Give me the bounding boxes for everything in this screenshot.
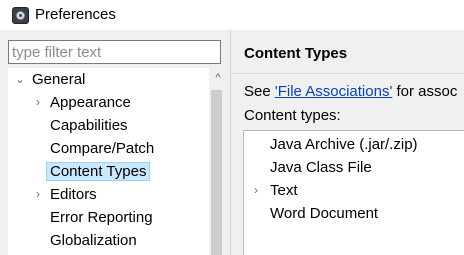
content-type-label: Java Archive (.jar/.zip) [270, 136, 418, 153]
tree-item-label: Globalization [50, 232, 137, 249]
preferences-tree: ⌄ General › Appearance Capabilities Comp… [8, 68, 222, 255]
file-associations-note: See 'File Associations' for assoc [244, 83, 457, 100]
collapsed-chevron-icon[interactable]: › [32, 183, 44, 206]
collapsed-chevron-icon[interactable]: › [254, 179, 258, 202]
content-types-tree: Java Archive (.jar/.zip) Java Class File… [243, 130, 464, 255]
content-type-item[interactable]: Text [270, 179, 298, 202]
tree-item-label: Content Types [46, 162, 151, 181]
tree-item-content-types[interactable]: Content Types [46, 160, 151, 183]
content-type-item[interactable]: Java Archive (.jar/.zip) [270, 133, 418, 156]
content-type-label: Java Class File [270, 159, 372, 176]
content-type-item[interactable]: Word Document [270, 202, 378, 225]
tree-item-label: Editors [50, 186, 97, 203]
tree-item-label: Error Reporting [50, 209, 153, 226]
tree-item-error-reporting[interactable]: Error Reporting [50, 206, 153, 229]
window-title: Preferences [35, 6, 116, 23]
content-type-label: Word Document [270, 205, 379, 222]
content-type-label: Text [270, 182, 298, 199]
tree-item-label: Appearance [50, 94, 131, 111]
tree-scrollbar[interactable]: ^ [209, 68, 222, 255]
header-separator [231, 73, 464, 74]
filter-input[interactable] [8, 40, 221, 64]
dialog-body: ⌄ General › Appearance Capabilities Comp… [0, 30, 464, 255]
collapsed-chevron-icon[interactable]: › [32, 91, 44, 114]
tree-item-label: Capabilities [50, 117, 128, 134]
tree-item-compare-patch[interactable]: Compare/Patch [50, 137, 154, 160]
page-title: Content Types [244, 45, 348, 62]
content-type-item[interactable]: Java Class File [270, 156, 372, 179]
preference-page: Content Types See 'File Associations' fo… [231, 30, 464, 255]
expanded-chevron-icon[interactable]: ⌄ [14, 68, 26, 91]
preferences-app-icon [12, 7, 29, 24]
tree-item-label: General [32, 71, 86, 88]
content-types-label: Content types: [244, 107, 341, 124]
file-associations-link[interactable]: 'File Associations' [275, 83, 392, 100]
title-bar: Preferences [0, 0, 464, 30]
scroll-thumb[interactable] [211, 90, 222, 255]
note-prefix: See [244, 83, 275, 100]
tree-item-globalization[interactable]: Globalization [50, 229, 137, 252]
scroll-up-arrow-icon[interactable]: ^ [209, 70, 222, 86]
tree-item-label: Compare/Patch [50, 140, 155, 157]
note-suffix: for assoc [392, 83, 458, 100]
tree-item-capabilities[interactable]: Capabilities [50, 114, 128, 137]
